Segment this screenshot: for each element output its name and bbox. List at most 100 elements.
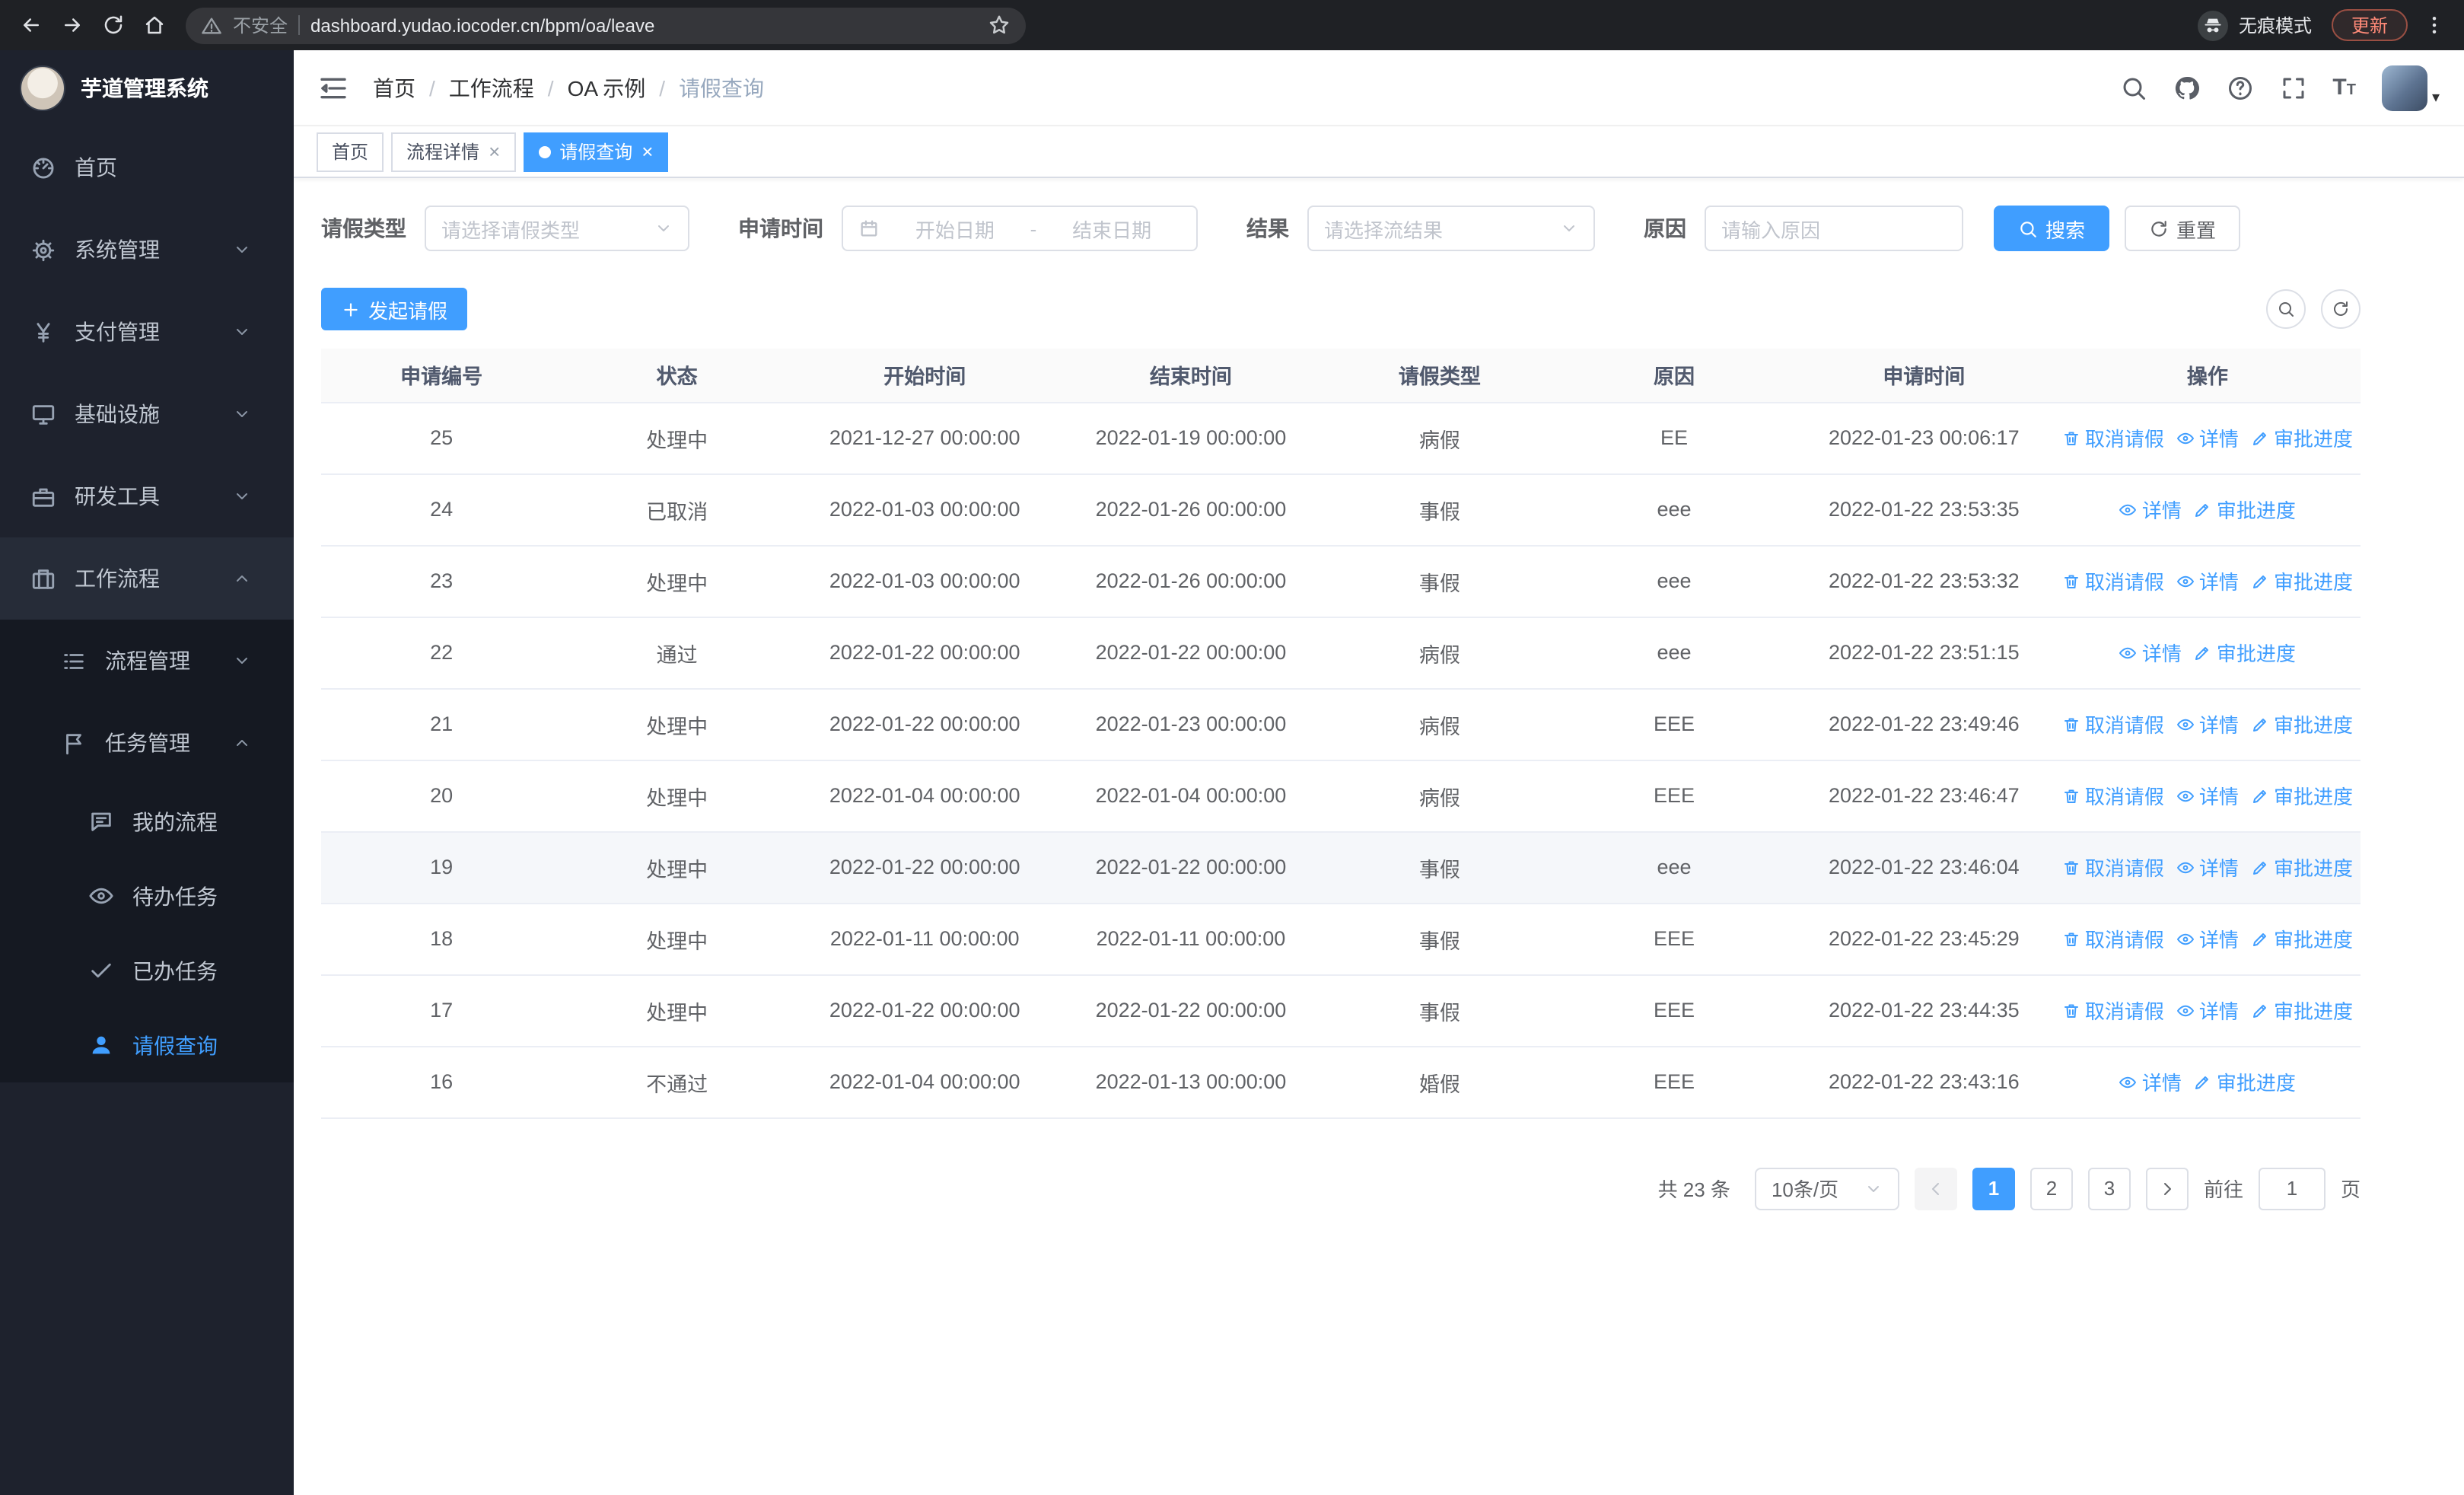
sidebar-item-home[interactable]: 首页 — [0, 126, 294, 209]
tab-process-detail[interactable]: 流程详情 × — [391, 132, 516, 171]
action-detail-link[interactable]: 详情 — [2176, 781, 2239, 810]
tab-close-icon[interactable]: × — [489, 142, 500, 161]
cell-id: 18 — [321, 903, 562, 975]
page-size-select[interactable]: 10条/页 — [1754, 1167, 1899, 1210]
search-button[interactable]: 搜索 — [1994, 206, 2110, 251]
browser-forward-button[interactable] — [56, 10, 87, 40]
page-button-2[interactable]: 2 — [2029, 1167, 2073, 1210]
action-cancel-link[interactable]: 取消请假 — [2062, 853, 2164, 881]
action-cancel-link[interactable]: 取消请假 — [2062, 566, 2164, 595]
action-cancel-link[interactable]: 取消请假 — [2062, 996, 2164, 1025]
app-logo[interactable]: 芋道管理系统 — [0, 50, 294, 126]
search-icon[interactable] — [2119, 74, 2147, 101]
refresh-table-button[interactable] — [2321, 289, 2361, 329]
action-progress-link[interactable]: 审批进度 — [2251, 853, 2353, 881]
fullscreen-icon[interactable] — [2279, 74, 2306, 101]
reason-input[interactable]: 请输入原因 — [1705, 206, 1963, 251]
tab-close-icon[interactable]: × — [641, 142, 653, 161]
page-button-3[interactable]: 3 — [2087, 1167, 2131, 1210]
help-icon[interactable] — [2226, 74, 2253, 101]
leave-type-select[interactable]: 请选择请假类型 — [425, 206, 689, 251]
cell-applied: 2022-01-22 23:45:29 — [1793, 903, 2055, 975]
next-page-button[interactable] — [2145, 1167, 2189, 1210]
action-cancel-link[interactable]: 取消请假 — [2062, 781, 2164, 810]
action-progress-link[interactable]: 审批进度 — [2251, 423, 2353, 452]
cell-end: 2022-01-04 00:00:00 — [1057, 760, 1325, 832]
action-progress-link[interactable]: 审批进度 — [2251, 924, 2353, 953]
prev-page-button[interactable] — [1914, 1167, 1957, 1210]
cell-status: 处理中 — [562, 903, 793, 975]
sidebar-item-process-management[interactable]: 流程管理 — [0, 620, 294, 702]
result-select[interactable]: 请选择流结果 — [1307, 206, 1595, 251]
url-text[interactable]: dashboard.yudao.iocoder.cn/bpm/oa/leave — [310, 14, 977, 36]
action-detail-link[interactable]: 详情 — [2119, 495, 2182, 524]
browser-update-button[interactable]: 更新 — [2331, 9, 2408, 41]
action-progress-link[interactable]: 审批进度 — [2251, 709, 2353, 738]
sidebar-item-dev-tools[interactable]: 研发工具 — [0, 455, 294, 537]
action-cancel-link[interactable]: 取消请假 — [2062, 924, 2164, 953]
action-cancel-link[interactable]: 取消请假 — [2062, 423, 2164, 452]
cell-type: 事假 — [1324, 473, 1555, 546]
breadcrumb-item[interactable]: 工作流程 — [449, 72, 534, 103]
toggle-search-button[interactable] — [2266, 289, 2306, 329]
address-bar[interactable]: 不安全 dashboard.yudao.iocoder.cn/bpm/oa/le… — [186, 7, 1026, 43]
sidebar-item-task-management[interactable]: 任务管理 — [0, 702, 294, 784]
cell-applied: 2022-01-22 23:51:15 — [1793, 617, 2055, 689]
font-size-icon[interactable]: TT — [2332, 76, 2356, 99]
action-label: 取消请假 — [2084, 714, 2164, 737]
create-leave-button[interactable]: 发起请假 — [321, 288, 468, 330]
action-detail-link[interactable]: 详情 — [2176, 423, 2239, 452]
sidebar-item-infrastructure[interactable]: 基础设施 — [0, 373, 294, 455]
page-button-1[interactable]: 1 — [1972, 1167, 2015, 1210]
sidebar-item-my-processes[interactable]: 我的流程 — [0, 784, 294, 859]
column-header: 原因 — [1555, 349, 1794, 403]
action-detail-link[interactable]: 详情 — [2176, 853, 2239, 881]
browser-back-button[interactable] — [15, 10, 46, 40]
action-progress-link[interactable]: 审批进度 — [2251, 996, 2353, 1025]
caret-down-icon: ▾ — [2431, 89, 2440, 106]
end-date-placeholder: 结束日期 — [1072, 218, 1152, 241]
browser-home-button[interactable] — [138, 10, 169, 40]
action-progress-link[interactable]: 审批进度 — [2251, 566, 2353, 595]
eye-icon — [2176, 572, 2195, 590]
user-avatar[interactable]: ▾ — [2381, 65, 2440, 110]
tab-leave-query[interactable]: 请假查询 × — [523, 132, 669, 171]
reset-button[interactable]: 重置 — [2125, 206, 2241, 251]
pen-icon — [2251, 715, 2269, 733]
action-progress-link[interactable]: 审批进度 — [2194, 495, 2296, 524]
breadcrumb-item[interactable]: 首页 — [373, 72, 415, 103]
action-progress-link[interactable]: 审批进度 — [2194, 1067, 2296, 1096]
action-detail-link[interactable]: 详情 — [2176, 709, 2239, 738]
cell-status: 处理中 — [562, 402, 793, 474]
sidebar-item-done-tasks[interactable]: 已办任务 — [0, 933, 294, 1008]
goto-page-input[interactable] — [2258, 1167, 2326, 1210]
security-warning-icon[interactable] — [201, 14, 222, 36]
breadcrumb-item[interactable]: OA 示例 — [568, 72, 646, 103]
action-detail-link[interactable]: 详情 — [2176, 566, 2239, 595]
action-detail-link[interactable]: 详情 — [2176, 924, 2239, 953]
action-detail-link[interactable]: 详情 — [2119, 638, 2182, 667]
action-cancel-link[interactable]: 取消请假 — [2062, 709, 2164, 738]
breadcrumb-separator: / — [547, 75, 554, 100]
security-warning-label[interactable]: 不安全 — [233, 12, 288, 38]
action-progress-link[interactable]: 审批进度 — [2194, 638, 2296, 667]
apply-time-range-picker[interactable]: 开始日期 - 结束日期 — [842, 206, 1198, 251]
github-icon[interactable] — [2173, 74, 2200, 101]
sidebar-item-todo-tasks[interactable]: 待办任务 — [0, 859, 294, 933]
eye-icon — [88, 883, 114, 909]
browser-menu-icon[interactable] — [2418, 10, 2449, 40]
browser-reload-button[interactable] — [97, 10, 128, 40]
sidebar-item-system-management[interactable]: 系统管理 — [0, 209, 294, 291]
tab-home[interactable]: 首页 — [317, 132, 384, 171]
sidebar-toggle-icon[interactable] — [318, 72, 349, 103]
incognito-label: 无痕模式 — [2238, 15, 2312, 37]
action-progress-link[interactable]: 审批进度 — [2251, 781, 2353, 810]
bookmark-star-icon[interactable] — [988, 14, 1011, 37]
sidebar-item-workflow[interactable]: 工作流程 — [0, 537, 294, 620]
table-row: 17 处理中 2022-01-22 00:00:00 2022-01-22 00:00… — [321, 974, 2361, 1047]
action-detail-link[interactable]: 详情 — [2119, 1067, 2182, 1096]
trash-icon — [2062, 858, 2080, 876]
sidebar-item-leave-query[interactable]: 请假查询 — [0, 1008, 294, 1082]
sidebar-item-payment-management[interactable]: 支付管理 — [0, 291, 294, 373]
action-detail-link[interactable]: 详情 — [2176, 996, 2239, 1025]
